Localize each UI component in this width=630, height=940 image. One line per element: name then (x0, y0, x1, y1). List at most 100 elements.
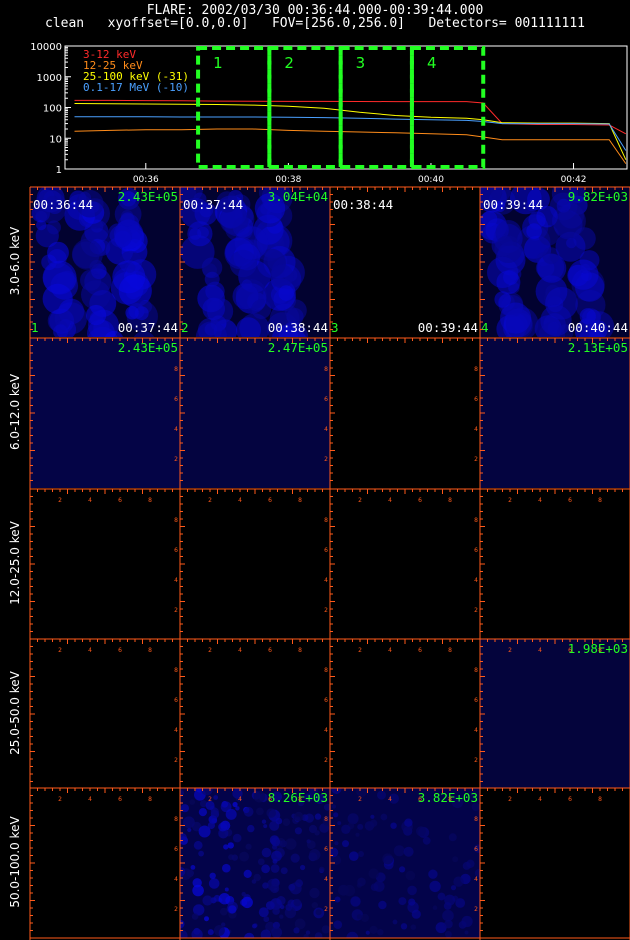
emission-speck (213, 795, 219, 800)
interval-box-1 (196, 46, 272, 169)
emission-speck (239, 851, 250, 862)
panel-image (330, 338, 480, 488)
emission-speck (432, 905, 438, 910)
panel-end-time: 00:40:44 (567, 320, 628, 335)
image-panel-r3-c4 (480, 489, 630, 639)
series-line-2 (74, 128, 627, 164)
emission-speck (410, 924, 417, 930)
emission-speck (252, 923, 257, 929)
emission-speck (243, 806, 254, 817)
emission-speck (279, 914, 284, 919)
image-panel-r3-c1 (30, 489, 180, 639)
emission-speck (245, 843, 252, 850)
emission-speck (319, 866, 325, 873)
y-tick-label: 10 (49, 134, 62, 145)
panel-image (180, 489, 330, 639)
lightcurve-chart: 11010010001000000:36 00:38 00:40 00:423-12 … (30, 42, 628, 185)
emission-blob (496, 270, 521, 295)
emission-speck (241, 896, 253, 909)
emission-blob (580, 263, 591, 274)
emission-speck (422, 836, 431, 845)
emission-blob (500, 302, 532, 334)
emission-speck (294, 827, 302, 835)
panel-image (30, 788, 180, 938)
emission-speck (232, 801, 238, 808)
image-panel-r4-c4: 1.98E+03 (480, 639, 630, 789)
emission-speck (300, 864, 306, 871)
x-tick-label: 00:40 (418, 175, 444, 185)
emission-speck (270, 864, 280, 873)
emission-speck (461, 915, 473, 928)
emission-speck (261, 847, 272, 858)
emission-speck (405, 870, 416, 881)
panel-end-time: 00:37:44 (117, 320, 178, 335)
emission-speck (263, 824, 268, 829)
panel-image (330, 489, 480, 639)
emission-speck (261, 819, 267, 824)
emission-speck (271, 926, 283, 938)
emission-speck (280, 867, 288, 875)
emission-blob (86, 304, 107, 326)
emission-speck (280, 904, 285, 910)
emission-speck (360, 913, 369, 922)
emission-speck (378, 900, 387, 910)
panel-background (480, 338, 630, 488)
emission-speck (388, 793, 399, 804)
emission-blob (72, 241, 100, 269)
emission-speck (243, 869, 252, 878)
emission-speck (247, 824, 255, 833)
emission-speck (290, 853, 300, 863)
energy-band-label: 50.0-100.0 keV (8, 816, 22, 908)
emission-speck (309, 887, 320, 899)
emission-blob (494, 235, 522, 263)
emission-speck (393, 845, 405, 857)
emission-speck (333, 920, 343, 929)
panel-start-time: 00:38:44 (333, 197, 394, 212)
emission-speck (224, 887, 229, 892)
interval-box-4 (409, 46, 486, 169)
emission-speck (207, 821, 215, 829)
image-panel-r2-c4: 2.13E+05 (480, 338, 630, 488)
emission-speck (334, 896, 341, 903)
emission-speck (198, 850, 204, 857)
emission-speck (369, 925, 378, 934)
panel-interval-number: 1 (31, 320, 39, 335)
image-panel-r5-c2: 8.26E+03 (180, 788, 330, 938)
emission-speck (429, 880, 441, 893)
series-line-4 (74, 116, 627, 151)
image-panel-r4-c3 (330, 639, 480, 789)
image-panel-r1-c4: 9.82E+03 00:39:44 00:40:44 4 (480, 187, 630, 337)
emission-blob (269, 264, 294, 289)
panel-interval-number: 2 (181, 320, 189, 335)
emission-speck (349, 851, 359, 861)
emission-blob (234, 226, 269, 260)
image-panel-r5-c4 (480, 788, 630, 938)
panel-max-value: 3.82E+03 (417, 790, 478, 805)
emission-speck (219, 907, 228, 916)
emission-blob (251, 299, 272, 319)
image-panel-r3-c3 (330, 489, 480, 639)
emission-blob (481, 210, 498, 227)
emission-speck (377, 929, 384, 936)
emission-speck (227, 842, 234, 849)
emission-speck (404, 818, 413, 827)
image-panel-r2-c3 (330, 338, 480, 488)
emission-speck (399, 866, 406, 873)
emission-speck (403, 846, 414, 857)
panel-background (30, 338, 180, 488)
emission-speck (284, 838, 297, 850)
emission-blob (526, 223, 542, 239)
image-panel-r3-c2 (180, 489, 330, 639)
emission-speck (288, 883, 296, 891)
emission-speck (207, 929, 214, 936)
emission-speck (452, 856, 459, 863)
emission-speck (400, 923, 408, 930)
emission-speck (190, 865, 196, 870)
emission-blob (109, 225, 132, 248)
emission-speck (450, 885, 457, 891)
emission-speck (295, 879, 303, 888)
image-panel-r5-c1 (30, 788, 180, 938)
panel-interval-number: 3 (331, 320, 339, 335)
panel-max-value: 2.13E+05 (567, 340, 628, 355)
panel-end-time: 00:39:44 (417, 320, 478, 335)
